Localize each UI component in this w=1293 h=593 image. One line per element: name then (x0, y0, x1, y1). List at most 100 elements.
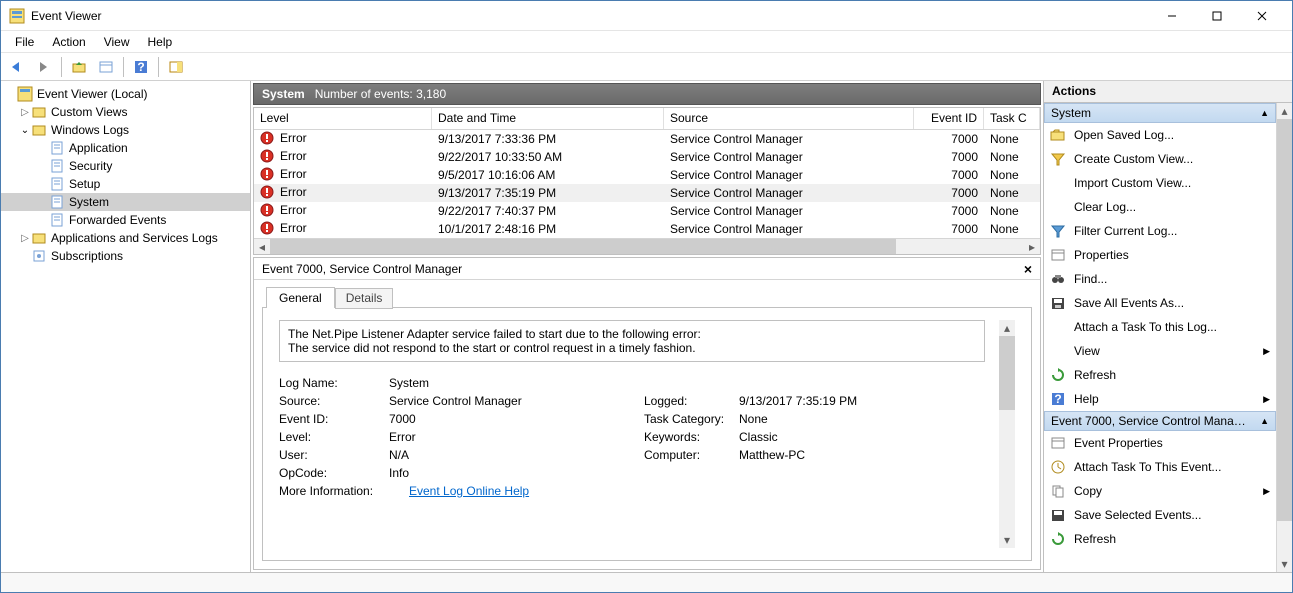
actions-vscroll[interactable]: ▴ ▾ (1276, 103, 1292, 572)
menu-file[interactable]: File (7, 33, 42, 51)
menu-action[interactable]: Action (44, 33, 93, 51)
action-attach-task-event[interactable]: Attach Task To This Event... (1044, 455, 1276, 479)
action-import-custom-view[interactable]: Import Custom View... (1044, 171, 1276, 195)
list-header-name: System (262, 87, 305, 101)
tree-pane[interactable]: Event Viewer (Local) ▷Custom Views ⌄Wind… (1, 81, 251, 572)
col-date[interactable]: Date and Time (432, 108, 664, 129)
action-refresh-2[interactable]: Refresh (1044, 527, 1276, 551)
menu-view[interactable]: View (96, 33, 138, 51)
action-attach-task[interactable]: Attach a Task To this Log... (1044, 315, 1276, 339)
tree-apps-services[interactable]: ▷Applications and Services Logs (1, 229, 250, 247)
action-refresh[interactable]: Refresh (1044, 363, 1276, 387)
event-row[interactable]: Error9/22/2017 7:40:37 PMService Control… (254, 202, 1040, 220)
online-help-link[interactable]: Event Log Online Help (409, 484, 529, 498)
filter-icon (1050, 151, 1066, 167)
save-icon (1050, 507, 1066, 523)
action-open-saved-log[interactable]: Open Saved Log... (1044, 123, 1276, 147)
action-filter-current-log[interactable]: Filter Current Log... (1044, 219, 1276, 243)
scroll-up-icon[interactable]: ▴ (999, 320, 1015, 336)
error-icon (260, 203, 276, 219)
detail-vscroll[interactable]: ▴ ▾ (999, 320, 1015, 548)
window-title: Event Viewer (31, 9, 1149, 23)
grid-header[interactable]: Level Date and Time Source Event ID Task… (254, 108, 1040, 130)
action-event-properties[interactable]: Event Properties (1044, 431, 1276, 455)
tree-subscriptions[interactable]: Subscriptions (1, 247, 250, 265)
help-toolbar-icon[interactable]: ? (129, 56, 153, 78)
actions-pane: Actions System▲ Open Saved Log... Create… (1044, 81, 1292, 572)
tree-windows-logs[interactable]: ⌄Windows Logs (1, 121, 250, 139)
copy-icon (1050, 483, 1066, 499)
detail-pane: Event 7000, Service Control Manager × Ge… (253, 257, 1041, 570)
grid-hscroll[interactable]: ◂ ▸ (254, 238, 1040, 254)
refresh-icon (1050, 367, 1066, 383)
actions-section-event[interactable]: Event 7000, Service Control Manager▲ (1044, 411, 1276, 431)
forward-button[interactable] (32, 56, 56, 78)
hscroll-thumb[interactable] (270, 239, 896, 254)
show-actions-icon[interactable] (164, 56, 188, 78)
scroll-down-icon[interactable]: ▾ (999, 532, 1015, 548)
scroll-up-icon[interactable]: ▴ (1277, 103, 1292, 119)
refresh-icon (1050, 531, 1066, 547)
action-create-custom-view[interactable]: Create Custom View... (1044, 147, 1276, 171)
action-find[interactable]: Find... (1044, 267, 1276, 291)
tree-log-setup[interactable]: Setup (1, 175, 250, 193)
event-row[interactable]: Error9/13/2017 7:35:19 PMService Control… (254, 184, 1040, 202)
tab-general[interactable]: General (266, 287, 335, 308)
error-icon (260, 221, 276, 237)
back-button[interactable] (5, 56, 29, 78)
tab-details[interactable]: Details (335, 288, 394, 309)
error-icon (260, 185, 276, 201)
folder-up-icon[interactable] (67, 56, 91, 78)
menu-help[interactable]: Help (140, 33, 181, 51)
blank-icon (1050, 175, 1066, 191)
maximize-button[interactable] (1194, 2, 1239, 30)
scroll-right-icon[interactable]: ▸ (1024, 239, 1040, 254)
event-row[interactable]: Error9/22/2017 10:33:50 AMService Contro… (254, 148, 1040, 166)
statusbar (1, 572, 1292, 592)
vscroll-thumb[interactable] (999, 336, 1015, 410)
close-button[interactable] (1239, 2, 1284, 30)
col-source[interactable]: Source (664, 108, 914, 129)
binoculars-icon (1050, 271, 1066, 287)
action-clear-log[interactable]: Clear Log... (1044, 195, 1276, 219)
app-icon (9, 8, 25, 24)
actions-scroll-thumb[interactable] (1277, 119, 1292, 521)
scroll-left-icon[interactable]: ◂ (254, 239, 270, 254)
event-row[interactable]: Error9/5/2017 10:16:06 AMService Control… (254, 166, 1040, 184)
error-icon (260, 149, 276, 165)
event-row[interactable]: Error10/1/2017 2:48:16 PMService Control… (254, 220, 1040, 238)
action-save-selected[interactable]: Save Selected Events... (1044, 503, 1276, 527)
tree-root[interactable]: Event Viewer (Local) (1, 85, 250, 103)
list-header-count: Number of events: 3,180 (315, 87, 446, 101)
action-save-all-events[interactable]: Save All Events As... (1044, 291, 1276, 315)
actions-section-system[interactable]: System▲ (1044, 103, 1276, 123)
titlebar: Event Viewer (1, 1, 1292, 31)
properties-icon (1050, 247, 1066, 263)
detail-title: Event 7000, Service Control Manager (262, 262, 462, 276)
task-icon (1050, 459, 1066, 475)
event-row[interactable]: Error9/13/2017 7:33:36 PMService Control… (254, 130, 1040, 148)
action-view[interactable]: View▶ (1044, 339, 1276, 363)
properties-toolbar-icon[interactable] (94, 56, 118, 78)
tree-log-security[interactable]: Security (1, 157, 250, 175)
properties-icon (1050, 435, 1066, 451)
col-level[interactable]: Level (254, 108, 432, 129)
scroll-down-icon[interactable]: ▾ (1277, 556, 1292, 572)
filter-icon (1050, 223, 1066, 239)
col-task[interactable]: Task C (984, 108, 1040, 129)
tree-log-application[interactable]: Application (1, 139, 250, 157)
minimize-button[interactable] (1149, 2, 1194, 30)
tree-custom-views[interactable]: ▷Custom Views (1, 103, 250, 121)
help-icon: ? (1050, 391, 1066, 407)
action-copy[interactable]: Copy▶ (1044, 479, 1276, 503)
tree-log-forwarded[interactable]: Forwarded Events (1, 211, 250, 229)
tree-log-system[interactable]: System (1, 193, 250, 211)
actions-title: Actions (1044, 81, 1292, 103)
list-header: System Number of events: 3,180 (253, 83, 1041, 105)
detail-close-icon[interactable]: × (1024, 261, 1032, 277)
toolbar: ? (1, 53, 1292, 81)
svg-text:?: ? (1054, 392, 1061, 406)
action-properties[interactable]: Properties (1044, 243, 1276, 267)
col-eventid[interactable]: Event ID (914, 108, 984, 129)
action-help[interactable]: ?Help▶ (1044, 387, 1276, 411)
